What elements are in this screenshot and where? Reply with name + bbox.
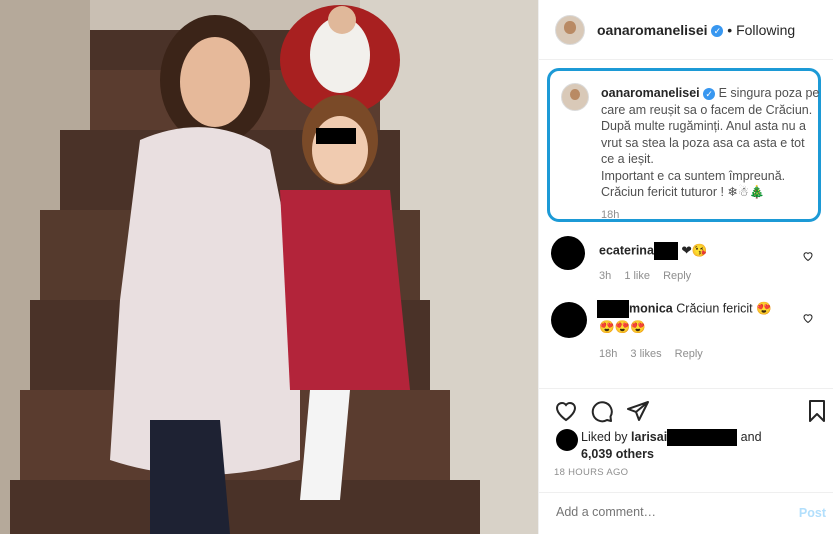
caption-line-2: Important e ca suntem împreună. (601, 168, 786, 183)
redaction-block (597, 300, 629, 318)
heart-icon[interactable] (554, 399, 578, 423)
comment-heart-icon[interactable] (802, 250, 814, 262)
caption-highlight: oanaromanelisei ✓ E singura poza pe care… (547, 68, 821, 222)
caption-username[interactable]: oanaromanelisei (601, 86, 700, 100)
comment-meta: 18h 3 likes Reply (599, 348, 713, 360)
comment-text: ❤😘 (681, 243, 708, 258)
liked-by-label: Liked by (581, 430, 628, 444)
verified-badge-icon: ✓ (711, 25, 724, 38)
comment-meta: 3h 1 like Reply (599, 270, 701, 282)
liker-avatar[interactable] (556, 429, 578, 451)
verified-badge-icon: ✓ (703, 87, 716, 100)
comment-text-line-2: 😍😍😍 (599, 320, 646, 334)
post-actions: Liked by larisai and 6,039 others 18 HOU… (539, 388, 833, 534)
comment-icon[interactable] (590, 399, 614, 423)
add-comment-bar: Post (539, 492, 833, 534)
author-avatar[interactable] (555, 15, 585, 45)
paper-plane-icon[interactable] (626, 399, 650, 423)
bookmark-icon[interactable] (805, 399, 829, 423)
caption-line-3: Crăciun fericit tuturor ! ❄☃🎄 (601, 185, 765, 199)
redaction-block (653, 242, 678, 260)
comment-username[interactable]: ecaterina (599, 243, 654, 257)
comment-input[interactable] (554, 504, 778, 520)
reply-button[interactable]: Reply (675, 348, 703, 360)
caption-time: 18h (601, 209, 620, 221)
comment-username[interactable]: monica (629, 301, 673, 315)
post-comment-button[interactable]: Post (799, 506, 826, 520)
author-username[interactable]: oanaromanelisei (597, 22, 708, 38)
comment-heart-icon[interactable] (802, 312, 814, 324)
caption-avatar[interactable] (561, 83, 589, 111)
post-header: oanaromanelisei ✓ • Following (539, 0, 833, 60)
comment-time: 3h (599, 270, 612, 282)
comment-likes[interactable]: 1 like (624, 270, 650, 282)
comment-text: Crăciun fericit 😍 (676, 301, 772, 316)
reply-button[interactable]: Reply (663, 270, 691, 282)
bullet-separator: • (727, 22, 733, 38)
and-label: and (740, 430, 762, 444)
post-photo[interactable] (0, 0, 538, 534)
comment-time: 18h (599, 348, 618, 360)
caption-text: oanaromanelisei ✓ E singura poza pe care… (601, 85, 821, 201)
liker-username[interactable]: larisai (631, 430, 667, 444)
post-sidebar: oanaromanelisei ✓ • Following oanaromane… (538, 0, 833, 534)
likes-summary: Liked by larisai and 6,039 others (581, 429, 811, 463)
comment-likes[interactable]: 3 likes (630, 348, 661, 360)
comment-avatar[interactable] (551, 302, 587, 338)
redaction-block (667, 429, 738, 447)
post-timestamp: 18 HOURS AGO (554, 467, 629, 478)
following-button[interactable]: Following (736, 22, 795, 38)
comment-avatar[interactable] (551, 236, 585, 270)
likes-count[interactable]: 6,039 others (581, 447, 654, 461)
